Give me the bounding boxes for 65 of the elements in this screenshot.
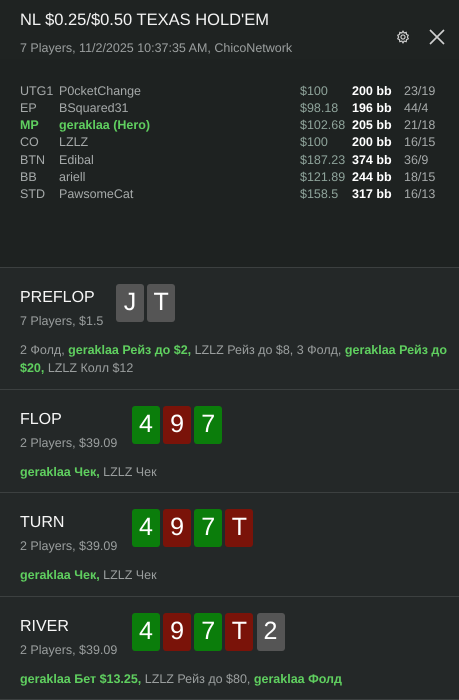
playing-card: 9	[163, 613, 192, 651]
player-name: Edibal	[59, 152, 94, 167]
playing-card: 4	[132, 509, 160, 547]
player-stack: $98.18	[300, 100, 340, 118]
playing-card: 7	[194, 406, 222, 444]
playing-card: 9	[163, 406, 192, 444]
street-name: TURN	[20, 513, 66, 533]
playing-card: 9	[163, 509, 192, 547]
playing-card: T	[147, 284, 176, 322]
street-info: 2 Players, $39.09	[20, 435, 118, 452]
player-big-blinds: 196 bb	[352, 100, 393, 118]
playing-card: T	[225, 509, 254, 547]
player-stack: $158.5	[300, 186, 340, 203]
playing-card: 4	[132, 613, 160, 651]
player-name: P0cketChange	[59, 84, 142, 98]
player-stats: 36/9	[404, 152, 428, 169]
street-info: 7 Players, $1.5	[20, 313, 104, 330]
action-log: geraklaa Чек, LZLZ Чек	[20, 464, 158, 481]
street-name: PREFLOP	[20, 288, 96, 308]
player-big-blinds: 200 bb	[352, 134, 393, 152]
street-info: 2 Players, $39.09	[20, 642, 118, 659]
player-big-blinds: 317 bb	[352, 186, 393, 203]
player-stack: $121.89	[300, 168, 346, 186]
action-log: geraklaa Чек, LZLZ Чек	[20, 566, 158, 584]
player-big-blinds: 374 bb	[352, 152, 393, 169]
hand-info: 7 Players, 11/2/2025 10:37:35 AM, ChicoNetwork	[20, 40, 292, 57]
playing-card: J	[116, 284, 144, 322]
playing-card: 4	[132, 406, 160, 444]
playing-card: T	[225, 613, 254, 651]
player-position: BTN	[20, 152, 46, 169]
playing-card: 7	[194, 509, 222, 547]
close-button[interactable]	[429, 28, 445, 45]
settings-button[interactable]	[396, 30, 410, 44]
player-stack: $187.23	[300, 152, 346, 169]
player-position: BB	[20, 168, 38, 186]
player-big-blinds: 244 bb	[352, 168, 393, 186]
player-stack: $100	[300, 134, 329, 152]
street-name: RIVER	[20, 617, 70, 637]
street-name: FLOP	[20, 410, 63, 430]
window-title: NL $0.25/$0.50 TEXAS HOLD'EM	[20, 10, 270, 31]
player-stats: 18/15	[404, 168, 436, 186]
player-name: BSquared31	[59, 101, 129, 116]
playing-card: 7	[194, 613, 222, 651]
player-name: ariell	[59, 170, 86, 184]
playing-card: 2	[256, 613, 284, 651]
player-name: PawsomeCat	[59, 186, 134, 201]
player-name: geraklaa (Hero)	[59, 118, 150, 132]
player-position: UTG1	[20, 83, 54, 100]
player-stats: 21/18	[404, 117, 436, 134]
player-big-blinds: 200 bb	[352, 83, 393, 100]
action-log: geraklaa Бет $13.25, LZLZ Рейз до $80, geraklaa Фолд	[20, 670, 343, 688]
street-info: 2 Players, $39.09	[20, 538, 118, 555]
player-stats: 23/19	[404, 83, 436, 100]
action-log: 2 Фолд, geraklaa Рейз до $2, LZLZ Рейз до $8, 3 Фолд, geraklaa Рейз до $20, LZLZ Колл $12	[20, 342, 447, 377]
player-stats: 16/15	[404, 134, 436, 152]
player-position: CO	[20, 134, 40, 152]
player-position: STD	[20, 186, 46, 203]
player-big-blinds: 205 bb	[352, 117, 393, 134]
player-stats: 16/13	[404, 186, 436, 203]
player-position: MP	[20, 117, 40, 134]
player-stack: $100	[300, 83, 329, 100]
player-stack: $102.68	[300, 117, 346, 134]
player-position: EP	[20, 100, 38, 118]
player-name: LZLZ	[59, 135, 88, 150]
player-stats: 44/4	[404, 100, 428, 118]
